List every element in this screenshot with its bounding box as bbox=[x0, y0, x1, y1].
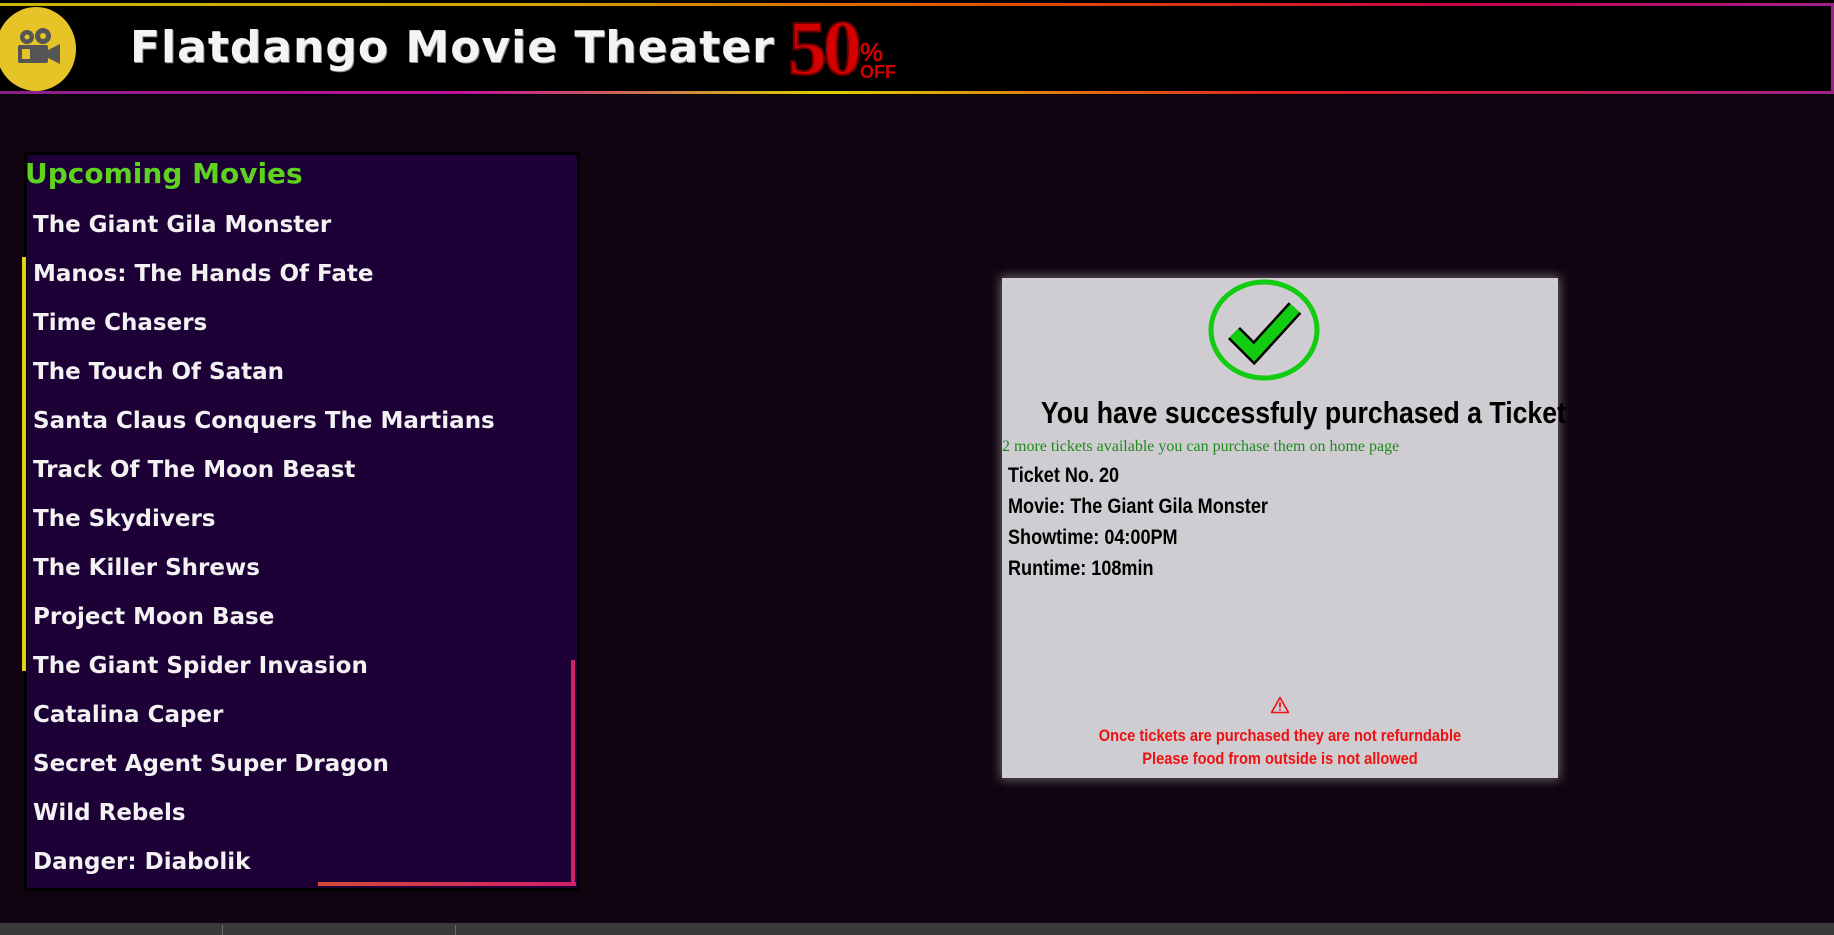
upcoming-movies-panel: Upcoming Movies The Giant Gila Monster M… bbox=[24, 152, 580, 891]
ticket-number: Ticket No. 20 bbox=[1008, 464, 1120, 487]
header-border-top bbox=[0, 3, 1834, 6]
movie-list: The Giant Gila Monster Manos: The Hands … bbox=[33, 201, 495, 887]
header-border-bottom bbox=[0, 91, 1834, 94]
movie-item[interactable]: Catalina Caper bbox=[33, 691, 495, 740]
movie-item[interactable]: Danger: Diabolik bbox=[33, 838, 495, 887]
movie-item[interactable]: Manos: The Hands Of Fate bbox=[33, 250, 495, 299]
upcoming-movies-title: Upcoming Movies bbox=[25, 157, 303, 190]
bottom-bar-separator bbox=[455, 925, 456, 935]
promo-off: OFF bbox=[860, 62, 896, 82]
movie-item[interactable]: Track Of The Moon Beast bbox=[33, 446, 495, 495]
site-title: Flatdango Movie Theater bbox=[130, 22, 775, 73]
success-title: You have successfuly purchased a Ticket bbox=[1040, 395, 1566, 430]
movie-item[interactable]: Secret Agent Super Dragon bbox=[33, 740, 495, 789]
check-circle-icon bbox=[1208, 279, 1320, 381]
ticket-confirmation-card: You have successfuly purchased a Ticket … bbox=[1002, 278, 1566, 778]
bottom-bar-separator bbox=[222, 925, 223, 935]
movie-item[interactable]: Time Chasers bbox=[33, 299, 495, 348]
sidebar-accent-bottom bbox=[318, 882, 576, 886]
promo-badge: 50 % OFF bbox=[787, 4, 896, 91]
bottom-bar bbox=[0, 923, 1834, 935]
promo-number: 50 bbox=[787, 4, 863, 91]
movie-camera-icon[interactable] bbox=[0, 7, 76, 91]
movie-item[interactable]: Santa Claus Conquers The Martians bbox=[33, 397, 495, 446]
ticket-movie: Movie: The Giant Gila Monster bbox=[1008, 495, 1268, 518]
movie-item[interactable]: Wild Rebels bbox=[33, 789, 495, 838]
movie-item[interactable]: The Killer Shrews bbox=[33, 544, 495, 593]
movie-item[interactable]: The Skydivers bbox=[33, 495, 495, 544]
sidebar-accent-left bbox=[22, 257, 26, 671]
movie-item[interactable]: Project Moon Base bbox=[33, 593, 495, 642]
site-header: Flatdango Movie Theater 50 % OFF bbox=[0, 0, 1834, 95]
promo-percent: % bbox=[860, 37, 884, 67]
movie-item[interactable]: The Touch Of Satan bbox=[33, 348, 495, 397]
movie-item[interactable]: The Giant Spider Invasion bbox=[33, 642, 495, 691]
ticket-showtime: Showtime: 04:00PM bbox=[1008, 526, 1178, 549]
availability-note: 2 more tickets available you can purchas… bbox=[1002, 438, 1400, 455]
ticket-runtime: Runtime: 108min bbox=[1008, 557, 1154, 580]
food-warning: Please food from outside is not allowed bbox=[1142, 749, 1418, 768]
movie-item[interactable]: The Giant Gila Monster bbox=[33, 201, 495, 250]
refund-warning: Once tickets are purchased they are not … bbox=[1098, 726, 1462, 745]
warning-triangle-icon bbox=[1270, 696, 1290, 714]
sidebar-accent-right bbox=[571, 660, 575, 886]
ticket-details: Ticket No. 20 Movie: The Giant Gila Mons… bbox=[1008, 460, 1310, 584]
